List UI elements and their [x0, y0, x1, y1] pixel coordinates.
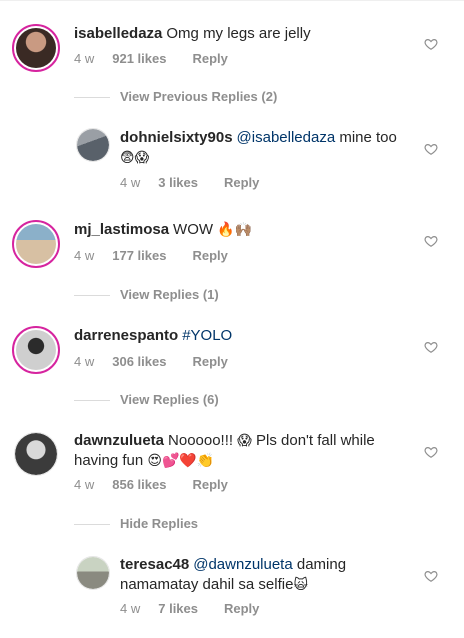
comment-meta: 4 w 856 likes Reply	[74, 477, 228, 493]
avatar[interactable]	[76, 556, 110, 590]
likes-count[interactable]: 7 likes	[158, 601, 198, 617]
heart-outline-icon[interactable]	[424, 142, 438, 156]
comment-meta: 4 w 3 likes Reply	[120, 175, 259, 191]
reply-button[interactable]: Reply	[224, 601, 259, 617]
heart-outline-icon[interactable]	[424, 569, 438, 583]
view-previous-replies[interactable]: View Previous Replies (2)	[74, 88, 277, 106]
heart-outline-icon[interactable]	[424, 340, 438, 354]
reply-button[interactable]: Reply	[192, 51, 227, 67]
emoji-text: 🙀	[293, 577, 309, 593]
view-replies-button[interactable]: View Replies (1)	[74, 286, 219, 304]
comment-username[interactable]: teresac48	[120, 556, 189, 573]
comment-username[interactable]: mj_lastimosa	[74, 221, 169, 238]
comment-time: 4 w	[120, 601, 141, 616]
comment-username[interactable]: dawnzulueta	[74, 432, 164, 449]
comment-time: 4 w	[74, 477, 95, 492]
reply-button[interactable]: Reply	[192, 354, 227, 370]
comment-time: 4 w	[120, 175, 141, 190]
likes-count[interactable]: 3 likes	[158, 175, 198, 191]
emoji-text: 😨😱	[120, 150, 150, 166]
comment-username[interactable]: darrenespanto	[74, 327, 178, 344]
reply-button[interactable]: Reply	[224, 175, 259, 191]
comment-text: mine too	[335, 129, 397, 146]
comment-meta: 4 w 177 likes Reply	[74, 248, 228, 264]
hashtag-link[interactable]: #YOLO	[182, 327, 232, 344]
comment-meta: 4 w 306 likes Reply	[74, 354, 228, 370]
comment-meta: 4 w 921 likes Reply	[74, 51, 228, 67]
reply-divider	[74, 295, 110, 297]
reply-button[interactable]: Reply	[192, 477, 227, 493]
avatar[interactable]	[12, 326, 60, 374]
reply-divider	[74, 400, 110, 402]
avatar[interactable]	[76, 128, 110, 162]
emoji-text: 😱	[237, 433, 252, 449]
avatar[interactable]	[12, 24, 60, 72]
comment-time: 4 w	[74, 51, 95, 66]
mention-link[interactable]: @dawnzulueta	[193, 556, 292, 573]
likes-count[interactable]: 306 likes	[112, 354, 166, 370]
heart-outline-icon[interactable]	[424, 445, 438, 459]
emoji-text: 😍💕❤️👏	[147, 453, 215, 469]
comment-text: Nooooo!!!	[168, 432, 238, 449]
avatar[interactable]	[12, 220, 60, 268]
emoji-text: 🔥🙌🏽	[217, 222, 253, 238]
mention-link[interactable]: @isabelledaza	[237, 129, 336, 146]
comment-time: 4 w	[74, 248, 95, 263]
avatar[interactable]	[14, 432, 58, 476]
view-replies-button[interactable]: View Replies (6)	[74, 391, 219, 409]
heart-outline-icon[interactable]	[424, 37, 438, 51]
reply-divider	[74, 97, 110, 99]
comment-meta: 4 w 7 likes Reply	[120, 601, 259, 617]
reply-divider	[74, 524, 110, 526]
comment-time: 4 w	[74, 354, 95, 369]
heart-outline-icon[interactable]	[424, 234, 438, 248]
hide-replies-button[interactable]: Hide Replies	[74, 515, 198, 533]
comment-username[interactable]: dohnielsixty90s	[120, 129, 233, 146]
top-divider	[0, 0, 464, 1]
likes-count[interactable]: 177 likes	[112, 248, 166, 264]
reply-button[interactable]: Reply	[192, 248, 227, 264]
likes-count[interactable]: 856 likes	[112, 477, 166, 493]
comment-text: WOW	[173, 221, 218, 238]
comment-username[interactable]: isabelledaza	[74, 25, 162, 42]
comment-text: Omg my legs are jelly	[166, 25, 311, 42]
likes-count[interactable]: 921 likes	[112, 51, 166, 67]
